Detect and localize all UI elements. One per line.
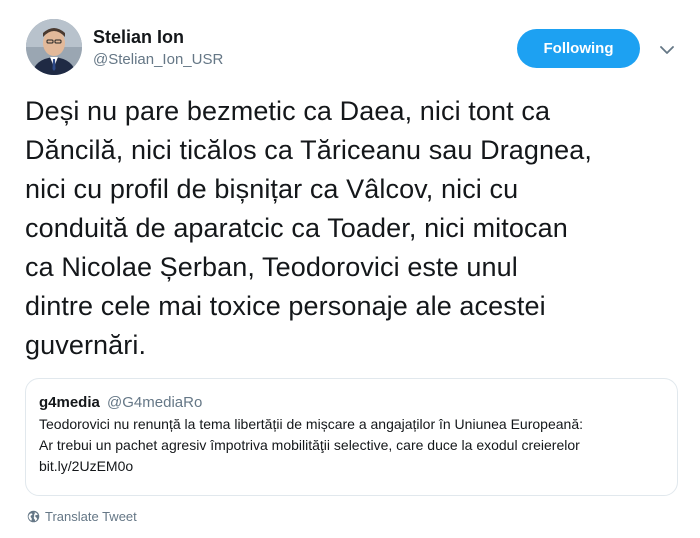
tweet-text-line: conduită de aparatcic ca Toader, nici mi… <box>25 213 568 243</box>
tweet-text-line: Deși nu pare bezmetic ca Daea, nici tont… <box>25 96 551 126</box>
tweet-text-line: ca Nicolae Șerban, Teodorovici este unul <box>25 252 518 282</box>
globe-icon <box>27 510 40 523</box>
following-button[interactable]: Following <box>517 29 640 68</box>
translate-tweet-link[interactable]: Translate Tweet <box>27 509 137 524</box>
tweet-text-line: nici cu profil de bișnițar ca Vâlcov, ni… <box>25 174 519 204</box>
translate-tweet-label: Translate Tweet <box>45 509 137 524</box>
quoted-tweet-text: Teodorovici nu renunță la tema libertăți… <box>39 414 663 477</box>
tweet-text-line: Dăncilă, nici ticălos ca Tăriceanu sau D… <box>25 135 592 165</box>
quoted-display-name: g4media <box>39 394 100 411</box>
quoted-link[interactable]: bit.ly/2UzEM0o <box>39 456 663 477</box>
quoted-tweet-header: g4media @G4mediaRo <box>39 393 663 413</box>
chevron-down-icon[interactable] <box>655 38 679 62</box>
quoted-user-handle: @G4mediaRo <box>107 394 203 411</box>
avatar-image <box>26 19 82 75</box>
tweet-text: Deși nu pare bezmetic ca Daea, nici tont… <box>25 92 685 365</box>
avatar[interactable] <box>26 19 82 75</box>
tweet-text-line: dintre cele mai toxice personaje ale ace… <box>25 291 546 321</box>
quoted-tweet[interactable]: g4media @G4mediaRo Teodorovici nu renunț… <box>25 378 678 496</box>
tweet-card: Stelian Ion @Stelian_Ion_USR Following D… <box>0 0 700 538</box>
display-name[interactable]: Stelian Ion <box>93 26 184 48</box>
quoted-text-line: Ar trebui un pachet agresiv împotriva mo… <box>39 437 580 453</box>
tweet-text-line: guvernări. <box>25 330 147 360</box>
quoted-text-line: Teodorovici nu renunță la tema libertăți… <box>39 416 583 432</box>
user-handle[interactable]: @Stelian_Ion_USR <box>93 50 223 70</box>
